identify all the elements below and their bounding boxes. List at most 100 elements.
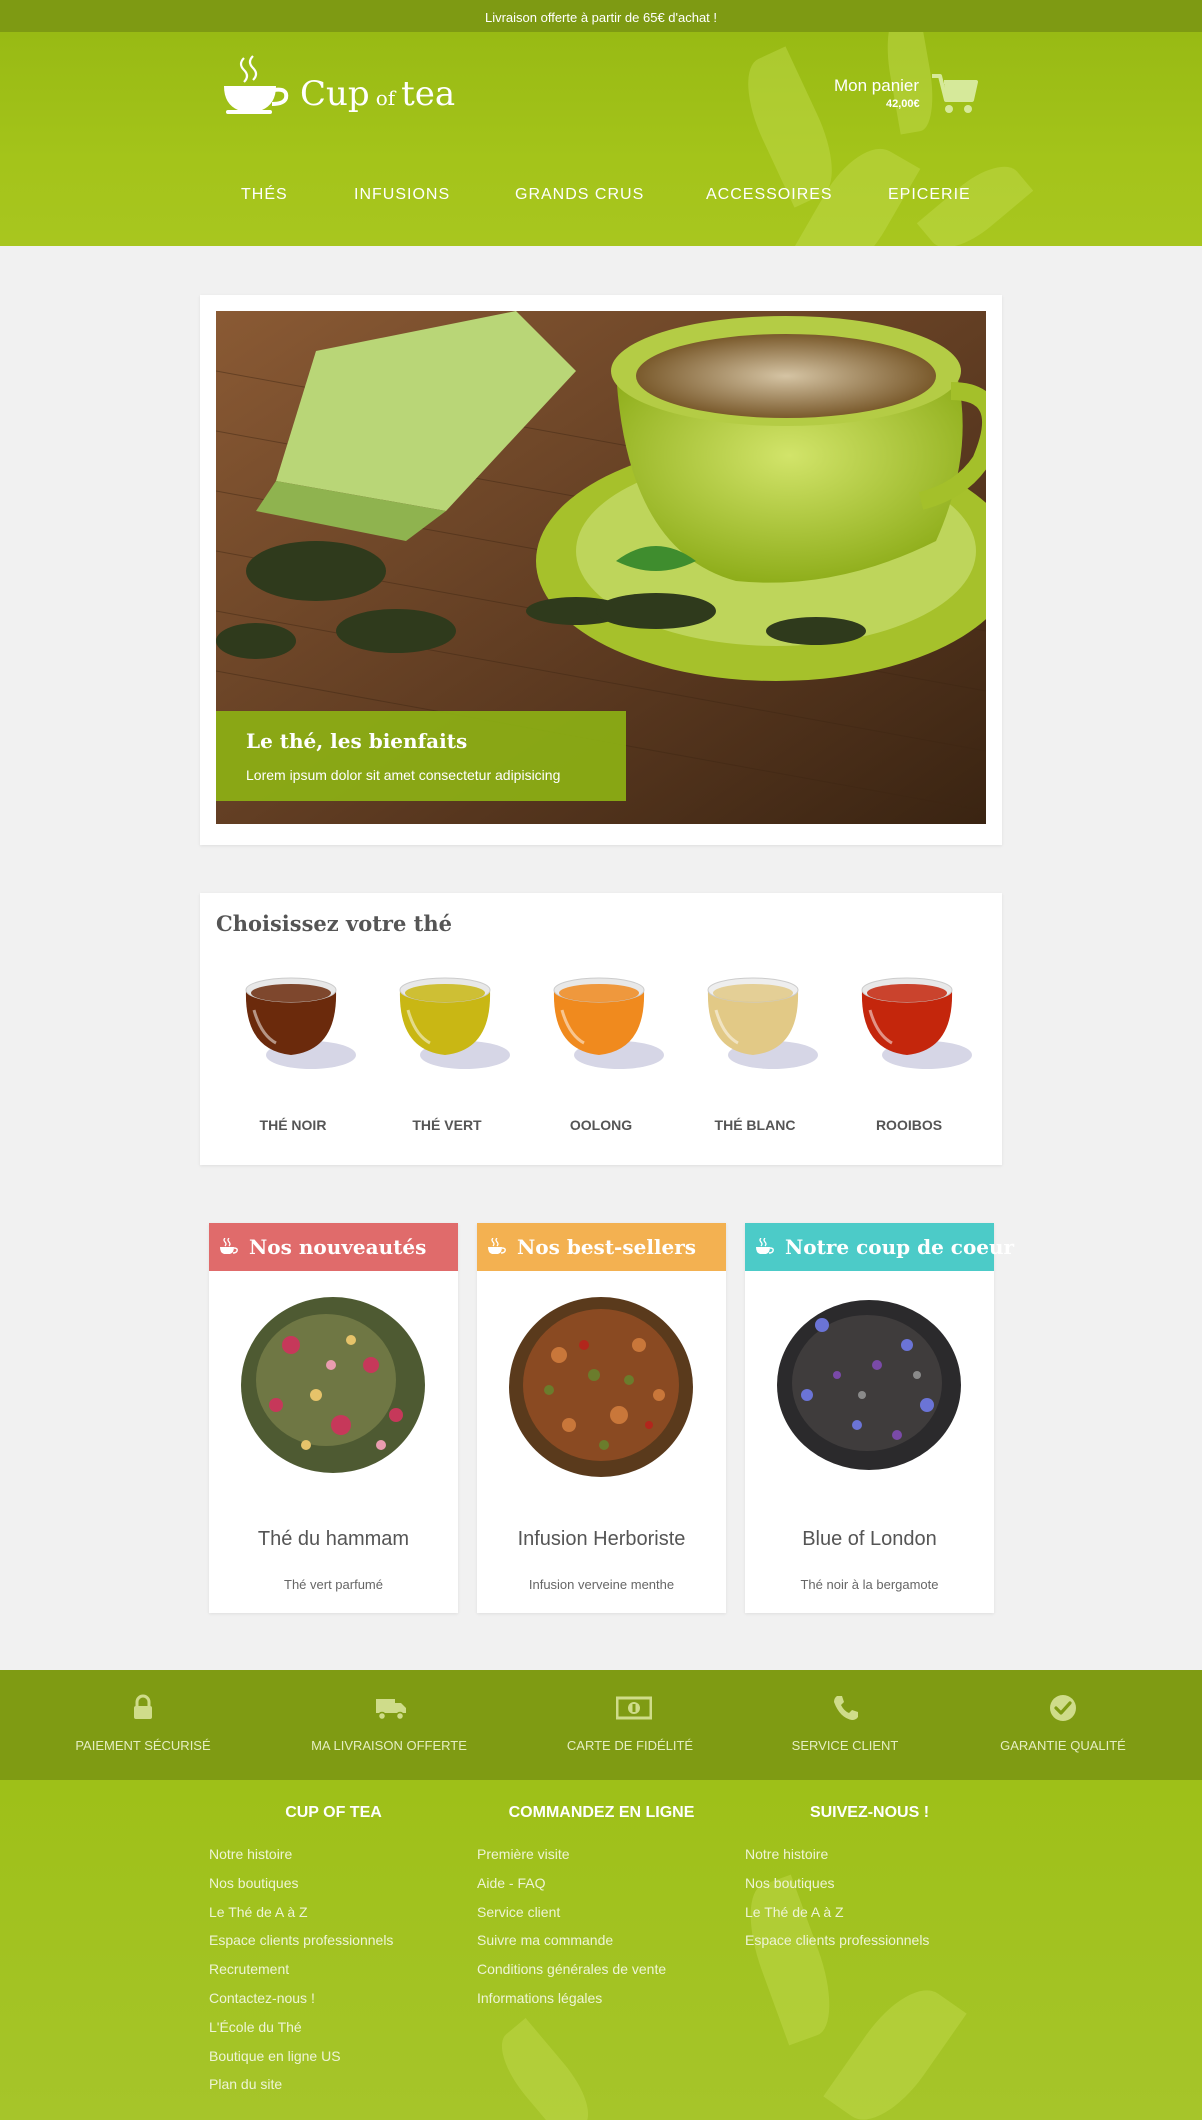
logo-wordmark: Cup of tea [300, 74, 455, 114]
footer-link[interactable]: Notre histoire [745, 1846, 929, 1875]
cart-icon[interactable] [930, 72, 978, 116]
nav-item-infusions[interactable]: INFUSIONS [354, 186, 450, 204]
hero-title: Le thé, les bienfaits [246, 729, 468, 753]
footer-column-title: CUP OF TEA [285, 1804, 382, 1821]
tea-type-the-noir[interactable]: THÉ NOIR [223, 955, 363, 1145]
product-title[interactable]: Thé du hammam [209, 1528, 458, 1551]
phone-icon [834, 1696, 858, 1720]
nav-item-epicerie[interactable]: EPICERIE [888, 186, 971, 204]
footer-link[interactable]: Boutique en ligne US [209, 2048, 393, 2077]
footer-column-title: COMMANDEZ EN LIGNE [508, 1804, 695, 1821]
check-circle-icon [1050, 1695, 1076, 1721]
free-shipping-banner: Livraison offerte à partir de 65€ d'acha… [0, 0, 1202, 32]
footer-link[interactable]: Le Thé de A à Z [209, 1904, 393, 1933]
card-header: Nos best-sellers [477, 1223, 726, 1271]
product-title[interactable]: Blue of London [745, 1528, 994, 1551]
footer-link[interactable]: Recrutement [209, 1961, 393, 1990]
hero-caption: Le thé, les bienfaits Lorem ipsum dolor … [216, 711, 626, 801]
card-header: Nos nouveautés [209, 1223, 458, 1271]
site-footer: CUP OF TEA Notre histoire Nos boutiques … [0, 1780, 1202, 2120]
product-subtitle: Thé vert parfumé [284, 1577, 383, 1592]
free-shipping-text: Livraison offerte à partir de 65€ d'acha… [484, 10, 718, 25]
footer-link[interactable]: Suivre ma commande [477, 1932, 666, 1961]
tea-type-label: THÉ NOIR [259, 1117, 327, 1133]
feature-quality-guarantee: GARANTIE QUALITÉ [953, 1670, 1173, 1780]
tea-type-selector: Choisissez votre thé THÉ NOIR THÉ VERT O… [200, 893, 1002, 1165]
truck-icon [376, 1699, 406, 1721]
tea-type-label: THÉ VERT [412, 1117, 482, 1133]
leaf-decoration [823, 1973, 967, 2120]
card-header-label: Nos nouveautés [249, 1235, 427, 1259]
tea-type-the-vert[interactable]: THÉ VERT [377, 955, 517, 1145]
footer-link[interactable]: Conditions générales de vente [477, 1961, 666, 1990]
tea-type-label: ROOIBOS [875, 1117, 943, 1133]
product-subtitle: Infusion verveine menthe [528, 1577, 675, 1592]
teacup-icon [756, 1238, 774, 1254]
feature-secure-payment: PAIEMENT SÉCURISÉ [33, 1670, 253, 1780]
product-title[interactable]: Infusion Herboriste [477, 1528, 726, 1551]
nav-item-accessoires[interactable]: ACCESSOIRES [706, 186, 833, 204]
footer-link-list: Notre histoire Nos boutiques Le Thé de A… [745, 1846, 929, 1961]
product-card-best-sellers[interactable]: Nos best-sellers Infusion Herboriste Inf… [477, 1223, 726, 1613]
tea-bowl-image [553, 977, 664, 1069]
teacup-logo-icon [224, 55, 289, 114]
feature-label: GARANTIE QUALITÉ [1000, 1738, 1126, 1753]
footer-link[interactable]: L'École du Thé [209, 2019, 393, 2048]
footer-link[interactable]: Nos boutiques [209, 1875, 393, 1904]
hero-image[interactable]: Le thé, les bienfaits Lorem ipsum dolor … [216, 311, 986, 824]
product-card-coup-de-coeur[interactable]: Notre coup de coeur Blue of London Thé n… [745, 1223, 1014, 1613]
footer-link-list: Notre histoire Nos boutiques Le Thé de A… [209, 1846, 393, 2105]
footer-link[interactable]: Le Thé de A à Z [745, 1904, 929, 1933]
leaf-decoration [487, 2017, 603, 2120]
money-icon [616, 1696, 652, 1720]
tea-type-label: OOLONG [569, 1117, 633, 1133]
feature-customer-service: SERVICE CLIENT [735, 1670, 955, 1780]
footer-link[interactable]: Contactez-nous ! [209, 1990, 393, 2019]
tea-type-oolong[interactable]: OOLONG [531, 955, 671, 1145]
cart-widget[interactable]: Mon panier 42,00€ [832, 74, 982, 126]
teacup-icon [488, 1238, 506, 1254]
feature-loyalty-card: CARTE DE FIDÉLITÉ [520, 1670, 740, 1780]
product-image [509, 1297, 693, 1477]
teacup-icon [220, 1238, 238, 1254]
footer-link[interactable]: Aide - FAQ [477, 1875, 666, 1904]
logo-word-tea: tea [401, 74, 456, 114]
main-navigation: THÉS INFUSIONS GRANDS CRUS ACCESSOIRES E… [0, 186, 1202, 216]
feature-label: SERVICE CLIENT [791, 1738, 899, 1753]
footer-link-list: Première visite Aide - FAQ Service clien… [477, 1846, 666, 2019]
nav-item-thes[interactable]: THÉS [241, 186, 288, 204]
feature-free-delivery: MA LIVRAISON OFFERTE [279, 1670, 499, 1780]
footer-column-title: SUIVEZ-NOUS ! [809, 1804, 930, 1821]
hero-slider: Le thé, les bienfaits Lorem ipsum dolor … [200, 295, 1002, 845]
footer-link[interactable]: Nos boutiques [745, 1875, 929, 1904]
lock-icon [134, 1694, 152, 1719]
footer-link[interactable]: Espace clients professionnels [745, 1932, 929, 1961]
logo-word-of: of [375, 86, 396, 110]
tea-bowl-image [861, 977, 972, 1069]
feature-label: PAIEMENT SÉCURISÉ [75, 1738, 211, 1753]
tea-type-rooibos[interactable]: ROOIBOS [839, 955, 979, 1145]
footer-link[interactable]: Informations légales [477, 1990, 666, 2019]
footer-link[interactable]: Plan du site [209, 2076, 393, 2105]
logo-word-cup: Cup [300, 74, 370, 114]
site-logo[interactable]: Cup of tea [222, 54, 462, 114]
tea-bowl-image [245, 977, 356, 1069]
card-header-label: Notre coup de coeur [785, 1235, 1015, 1259]
product-card-nouveautes[interactable]: Nos nouveautés Thé du hammam Thé vert pa… [209, 1223, 458, 1613]
nav-item-grands-crus[interactable]: GRANDS CRUS [515, 186, 644, 204]
features-bar: PAIEMENT SÉCURISÉ MA LIVRAISON OFFERTE C… [0, 1670, 1202, 1780]
feature-label: MA LIVRAISON OFFERTE [311, 1738, 467, 1753]
tea-bowl-image [399, 977, 510, 1069]
cart-label: Mon panier [834, 76, 920, 95]
feature-label: CARTE DE FIDÉLITÉ [566, 1738, 694, 1753]
footer-link[interactable]: Espace clients professionnels [209, 1932, 393, 1961]
product-image [777, 1300, 961, 1470]
site-header: Cup of tea Mon panier 42,00€ THÉS INFUSION… [0, 32, 1202, 246]
footer-link[interactable]: Première visite [477, 1846, 666, 1875]
tea-selector-title: Choisissez votre thé [216, 911, 452, 936]
footer-link[interactable]: Notre histoire [209, 1846, 393, 1875]
tea-type-label: THÉ BLANC [714, 1117, 796, 1133]
tea-type-the-blanc[interactable]: THÉ BLANC [685, 955, 825, 1145]
footer-link[interactable]: Service client [477, 1904, 666, 1933]
product-subtitle: Thé noir à la bergamote [800, 1577, 939, 1592]
